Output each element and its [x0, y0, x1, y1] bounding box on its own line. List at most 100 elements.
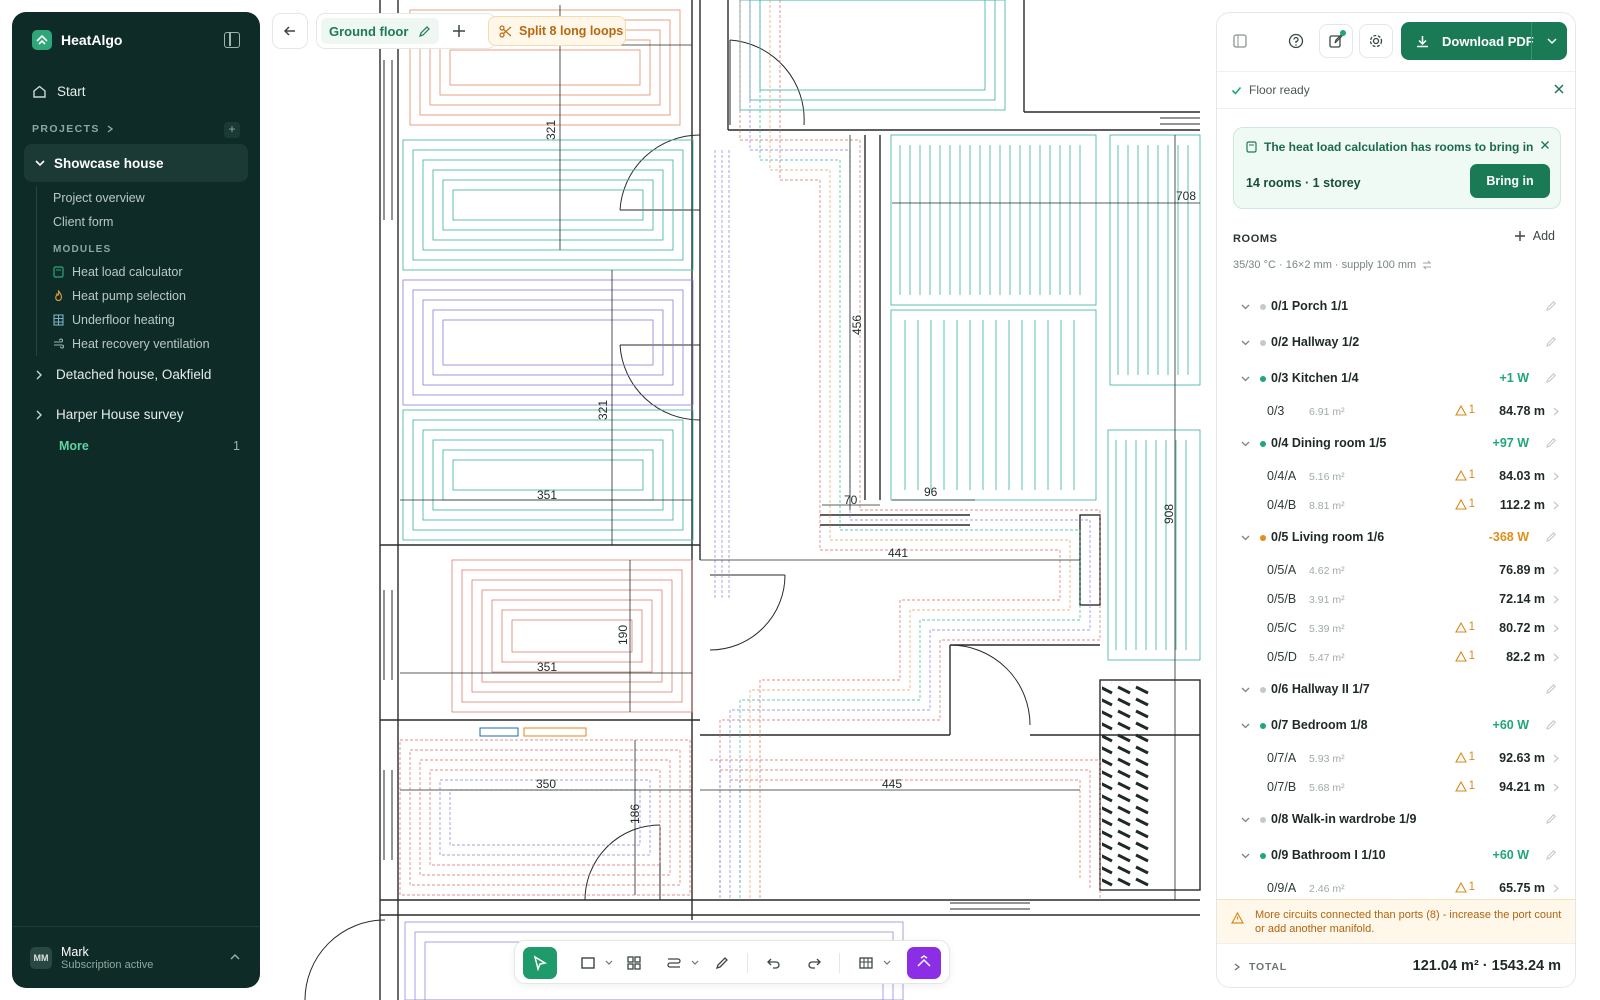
circuit-row[interactable]: 0/5/C 5.39 m² 1 80.72 m	[1217, 614, 1575, 643]
circuit-area: 6.91 m²	[1309, 406, 1345, 418]
module-heat-load-calculator[interactable]: Heat load calculator	[53, 260, 246, 284]
pencil-icon[interactable]	[1545, 719, 1557, 731]
room-row[interactable]: 0/4 Dining room 1/5 +97 W	[1217, 426, 1575, 462]
rooms-parameters-text: 35/30 °C · 16×2 mm · supply 100 mm	[1233, 259, 1417, 271]
circuit-row[interactable]: 0/3 6.91 m² 1 84.78 m	[1217, 397, 1575, 426]
brand[interactable]: HeatAlgo	[32, 30, 122, 50]
manifold-b[interactable]	[523, 727, 587, 737]
close-icon[interactable]	[1553, 83, 1565, 95]
client-form-link[interactable]: Client form	[53, 210, 246, 234]
grid-tool[interactable]	[617, 947, 651, 979]
auto-layout-button[interactable]	[907, 947, 941, 979]
add-room-button[interactable]: Add	[1514, 229, 1555, 243]
select-tool[interactable]	[523, 947, 557, 979]
split-long-loops-button[interactable]: Split 8 long loops	[488, 16, 626, 46]
pencil-icon[interactable]	[1545, 300, 1557, 312]
circuit-row[interactable]: 0/5/B 3.91 m² 72.14 m	[1217, 585, 1575, 614]
pencil-icon[interactable]	[1545, 372, 1557, 384]
circuit-row[interactable]: 0/4/B 8.81 m² 1 112.2 m	[1217, 491, 1575, 520]
download-pdf-button[interactable]: Download PDF	[1401, 22, 1567, 60]
room-name: 0/3 Kitchen 1/4	[1271, 371, 1359, 385]
pencil-icon[interactable]	[1545, 336, 1557, 348]
circuit-warning: 1	[1454, 404, 1475, 416]
circuit-name: 0/3	[1267, 404, 1285, 418]
circuit-row[interactable]: 0/4/A 5.16 m² 1 84.03 m	[1217, 462, 1575, 491]
module-heat-pump-selection[interactable]: Heat pump selection	[53, 284, 246, 308]
help-button[interactable]	[1279, 24, 1313, 58]
notes-button[interactable]	[1319, 24, 1353, 58]
room-row[interactable]: 0/5 Living room 1/6 -368 W	[1217, 520, 1575, 556]
pencil-icon[interactable]	[1545, 437, 1557, 449]
chevron-down-icon[interactable]	[1241, 851, 1250, 860]
modules-heading: MODULES	[53, 244, 112, 255]
panel-collapse-button[interactable]	[1223, 24, 1257, 58]
circuit-row[interactable]: 0/5/A 4.62 m² 76.89 m	[1217, 556, 1575, 585]
room-status-dot	[1260, 723, 1266, 729]
circuit-row[interactable]: 0/7/A 5.93 m² 1 92.63 m	[1217, 744, 1575, 773]
room-row[interactable]: 0/2 Hallway 1/2	[1217, 325, 1575, 361]
user-menu[interactable]: MM Mark Subscription active	[12, 926, 260, 988]
nav-start[interactable]: Start	[32, 84, 86, 99]
bring-in-button[interactable]: Bring in	[1470, 164, 1550, 198]
room-row[interactable]: 0/9 Bathroom I 1/10 +60 W	[1217, 838, 1575, 874]
pencil-icon[interactable]	[418, 25, 431, 38]
dim-label: 708	[1176, 189, 1196, 203]
circuit-row[interactable]: 0/5/D 5.47 m² 1 82.2 m	[1217, 643, 1575, 672]
circuit-area: 5.16 m²	[1309, 471, 1345, 483]
chevron-down-icon[interactable]	[1241, 338, 1250, 347]
chevron-down-icon[interactable]	[1241, 302, 1250, 311]
swap-icon[interactable]	[1422, 260, 1432, 270]
room-name: 0/8 Walk-in wardrobe 1/9	[1271, 812, 1417, 826]
room-row[interactable]: 0/1 Porch 1/1	[1217, 289, 1575, 325]
total-row[interactable]: TOTAL 121.04 m² · 1543.24 m	[1217, 943, 1575, 987]
panel-collapse-icon	[1233, 34, 1247, 48]
undo-button[interactable]	[757, 947, 791, 979]
add-project-button[interactable]: +	[224, 122, 240, 138]
table-tool[interactable]	[849, 947, 883, 979]
project-detached-house[interactable]: Detached house, Oakfield	[34, 367, 211, 382]
room-row[interactable]: 0/7 Bedroom 1/8 +60 W	[1217, 708, 1575, 744]
chevron-down-icon[interactable]	[1547, 36, 1557, 46]
room-heat-balance: +97 W	[1492, 436, 1529, 450]
project-overview-link[interactable]: Project overview	[53, 186, 246, 210]
back-button[interactable]	[272, 13, 308, 49]
module-underfloor-heating[interactable]: Underfloor heating	[53, 308, 246, 332]
pencil-icon[interactable]	[1545, 813, 1557, 825]
project-harper-house[interactable]: Harper House survey	[34, 407, 184, 422]
redo-button[interactable]	[797, 947, 831, 979]
chevron-down-icon[interactable]	[605, 959, 613, 967]
pencil-icon[interactable]	[1545, 683, 1557, 695]
chevron-down-icon[interactable]	[1241, 439, 1250, 448]
chevron-right-icon	[1553, 501, 1559, 510]
pen-tool[interactable]	[705, 947, 739, 979]
floor-tab-ground[interactable]: Ground floor	[321, 18, 439, 44]
projects-heading[interactable]: PROJECTS	[32, 123, 114, 135]
module-heat-recovery-ventilation[interactable]: Heat recovery ventilation	[53, 332, 246, 356]
sidebar-toggle-icon[interactable]	[224, 32, 240, 48]
add-floor-icon[interactable]	[449, 21, 469, 41]
chevron-down-icon[interactable]	[1241, 815, 1250, 824]
room-row[interactable]: 0/3 Kitchen 1/4 +1 W	[1217, 361, 1575, 397]
room-row[interactable]: 0/8 Walk-in wardrobe 1/9	[1217, 802, 1575, 838]
project-showcase-house[interactable]: Showcase house	[24, 144, 248, 182]
rectangle-tool[interactable]	[571, 947, 605, 979]
close-icon[interactable]	[1540, 140, 1550, 150]
chevron-down-icon[interactable]	[1241, 685, 1250, 694]
chevron-down-icon[interactable]	[691, 959, 699, 967]
warning-count: 1	[1468, 751, 1475, 763]
circuit-row[interactable]: 0/7/B 5.68 m² 1 94.21 m	[1217, 773, 1575, 802]
manifold-a[interactable]	[479, 727, 519, 737]
chevron-down-icon[interactable]	[883, 959, 891, 967]
room-row[interactable]: 0/6 Hallway II 1/7	[1217, 672, 1575, 708]
chevron-down-icon[interactable]	[1241, 721, 1250, 730]
settings-button[interactable]	[1359, 24, 1393, 58]
chevron-down-icon[interactable]	[1241, 374, 1250, 383]
chevron-down-icon[interactable]	[1241, 533, 1250, 542]
more-projects-link[interactable]: More	[59, 439, 89, 453]
room-status-dot	[1260, 304, 1266, 310]
serpentine-loops[interactable]	[890, 134, 1201, 661]
pencil-icon[interactable]	[1545, 849, 1557, 861]
table-icon	[859, 957, 873, 969]
route-tool[interactable]	[657, 947, 691, 979]
pencil-icon[interactable]	[1545, 531, 1557, 543]
